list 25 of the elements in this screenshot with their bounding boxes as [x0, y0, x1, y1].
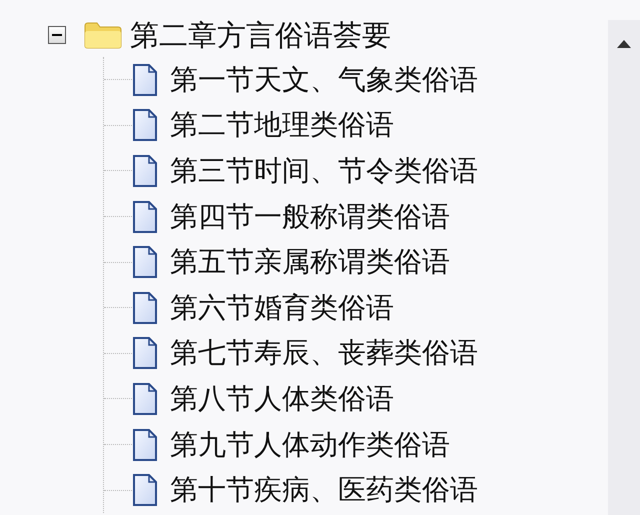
- document-icon: [132, 428, 158, 461]
- document-icon: [132, 382, 158, 415]
- tree-node-label[interactable]: 第六节婚育类俗语: [170, 294, 394, 322]
- tree-node-label[interactable]: 第九节人体动作类俗语: [170, 430, 450, 459]
- document-icon: [132, 200, 158, 233]
- document-icon: [132, 337, 158, 370]
- tree-node-label[interactable]: 第二章方言俗语荟要: [130, 20, 391, 50]
- tree-node-label[interactable]: 第四节一般称谓类俗语: [170, 202, 450, 231]
- document-icon: [132, 154, 158, 187]
- document-icon: [132, 292, 158, 324]
- tree-node-label[interactable]: 第七节寿辰、丧葬类俗语: [170, 339, 478, 368]
- collapse-toggle[interactable]: [48, 26, 66, 44]
- document-icon: [132, 246, 158, 278]
- document-icon: [132, 109, 158, 142]
- scrollbar[interactable]: [608, 20, 640, 515]
- scroll-up-icon[interactable]: [617, 40, 631, 48]
- tree-node-label[interactable]: 第十节疾病、医药类俗语: [170, 476, 478, 504]
- tree-node-label[interactable]: 第三节时间、节令类俗语: [170, 156, 478, 185]
- tree-node-label[interactable]: 第五节亲属称谓类俗语: [170, 248, 450, 276]
- document-icon: [132, 474, 158, 506]
- tree-node-label[interactable]: 第八节人体类俗语: [170, 384, 394, 413]
- tree-node-label[interactable]: 第二节地理类俗语: [170, 111, 394, 140]
- document-icon: [132, 64, 158, 96]
- folder-icon: [84, 21, 122, 49]
- tree-node-label[interactable]: 第一节天文、气象类俗语: [170, 66, 478, 94]
